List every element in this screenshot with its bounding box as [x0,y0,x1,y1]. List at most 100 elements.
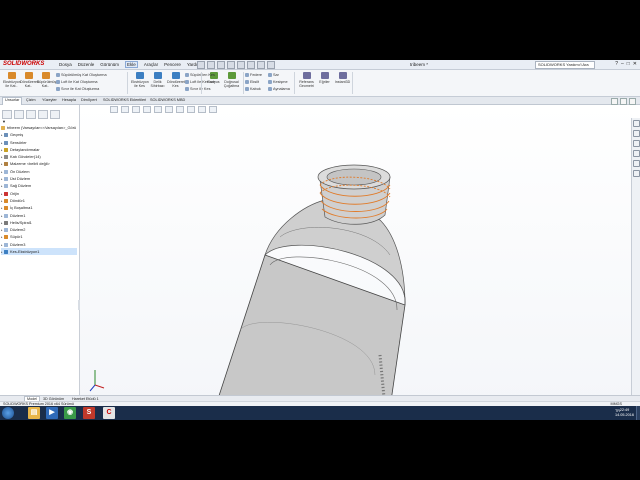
taskbar-clock[interactable]: 22:49 14.05.2016 [615,408,634,418]
explorer-app[interactable]: ▤ [28,407,40,419]
tree-item[interactable]: ▸ Helis/Spiral1 [1,219,77,226]
ribbon-small-button[interactable]: Kabuk [245,87,261,91]
camtasia-app[interactable]: C [103,407,115,419]
tree-item[interactable]: ▸ Düzlem3 [1,241,77,248]
tab-solidworks-mbd[interactable]: SOLIDWORKS MBD [148,98,187,102]
tab-hesapla[interactable]: Hesapla [60,98,78,102]
solidworks-app[interactable]: S [83,407,95,419]
ribbon-button[interactable]: Referans Geometri [298,72,315,88]
custom-properties-icon[interactable] [632,170,640,177]
tree-item[interactable]: ▸ Süpür1 [1,233,77,240]
ribbon-button[interactable]: Eğriler [316,72,333,84]
ribbon-button[interactable]: Ekstrüzyon ile Kat.. [3,72,21,88]
ribbon-button[interactable]: Ekstrüzyon ile Kes [131,72,149,88]
ribbon-small-button[interactable]: Federe [245,73,262,77]
dimxpert-manager-tab-icon[interactable] [38,110,48,119]
appearances-icon[interactable] [632,160,640,167]
show-desktop-button[interactable] [636,406,640,420]
section-view-icon[interactable] [143,106,151,113]
tab-izim[interactable]: Çizim [24,98,38,102]
minimize-icon[interactable]: – [621,61,624,67]
tree-item[interactable]: ▸ Orijin [1,190,77,197]
tab-y-zeyler[interactable]: Yüzeyler [40,98,59,102]
hide-show-icon[interactable] [176,106,184,113]
menu-item[interactable]: Araçlar [144,62,158,68]
media-player-app[interactable]: ▶ [46,407,58,419]
tree-item[interactable]: ▸ Sağ Düzlem [1,182,77,189]
menu-item[interactable]: Düzenle [78,62,95,68]
solidworks-resources-icon[interactable] [632,120,640,127]
ribbon-small-button[interactable]: Kesişme [268,80,288,84]
save-icon[interactable] [217,61,225,69]
ribbon-small-button[interactable]: Sınır ile Kat Oluşturma [56,87,99,91]
property-manager-tab-icon[interactable] [14,110,24,119]
ribbon-small-button[interactable]: Sar [268,73,279,77]
search-input[interactable]: SOLIDWORKS Yardımı'i Ara [535,60,595,69]
bottom-tab-hareket-et-d-1[interactable]: Hareket Etüdü 1 [70,397,101,401]
tree-item[interactable]: ▸ Katı Gövdeler(14) [1,153,77,160]
zoom-to-fit-icon[interactable] [110,106,118,113]
tree-item[interactable]: ▸ Düzlem1 [1,212,77,219]
view-palette-icon[interactable] [632,150,640,157]
tree-item[interactable]: ▸ Döndür1 [1,197,77,204]
ribbon-button[interactable]: Döndürerek Kat.. [20,72,39,88]
new-document-icon[interactable] [197,61,205,69]
graphics-viewport[interactable] [80,105,632,409]
zoom-to-area-icon[interactable] [121,106,129,113]
open-icon[interactable] [207,61,215,69]
display-manager-tab-icon[interactable] [50,110,60,119]
tree-item[interactable]: ▸ Detaylandırmalar [1,146,77,153]
design-library-icon[interactable] [632,130,640,137]
tree-item[interactable]: ▸ Kes-Ekstrüzyon1 [1,248,77,256]
tree-item[interactable]: ▸ Ön Düzlem [1,168,77,175]
viewport-close-icon[interactable] [629,98,636,105]
select-icon[interactable] [247,61,255,69]
ribbon-button[interactable]: Süpürülmüş Kat.. [37,72,56,88]
ribbon-button[interactable]: Delik Sihirbazı [149,72,166,88]
tree-item[interactable]: ▸ Sensörler [1,139,77,146]
ribbon-small-button[interactable]: Süpürülmüş Kat Oluşturma [56,73,107,77]
apply-scene-icon[interactable] [198,106,206,113]
rebuild-icon[interactable] [257,61,265,69]
ribbon-button[interactable]: Döndürerek Kes [167,72,186,88]
edit-appearance-icon[interactable] [187,106,195,113]
tree-item[interactable]: ▸ Üst Düzlem [1,175,77,182]
chrome-app[interactable]: ◉ [64,407,76,419]
configuration-manager-tab-icon[interactable] [26,110,36,119]
solidworks-logo[interactable]: SOLIDWORKS [3,61,44,67]
display-style-icon[interactable] [165,106,173,113]
start-button[interactable] [2,407,14,419]
file-explorer-icon[interactable] [632,140,640,147]
tree-item[interactable]: ▸ Malzeme <belirli değil> [1,160,77,167]
viewport-minimize-icon[interactable] [611,98,618,105]
print-icon[interactable] [227,61,235,69]
close-icon[interactable]: ✕ [633,61,637,67]
maximize-icon[interactable]: □ [627,61,630,67]
previous-view-icon[interactable] [132,106,140,113]
help-icon[interactable]: ? [615,61,618,67]
tree-root[interactable]: tribeem (Varsayılan<<Varsayılan>_Görü [1,124,77,131]
menu-item[interactable]: Görünüm [100,62,119,68]
tab-solidworks-eklentileri[interactable]: SOLIDWORKS Eklentileri [101,98,148,102]
options-icon[interactable] [267,61,275,69]
tree-item[interactable]: ▸ İç Boşaltma1 [1,204,77,211]
undo-icon[interactable] [237,61,245,69]
view-orientation-icon[interactable] [154,106,162,113]
ribbon-button[interactable]: Instant3D [334,72,351,84]
ribbon-small-button[interactable]: Eksilt [245,80,259,84]
feature-manager-tab-icon[interactable] [2,110,12,119]
menu-item[interactable]: Pencere [164,62,181,68]
bottom-tab-3d-g-r-n-m[interactable]: 3D Görünüm [41,397,66,401]
ribbon-small-button[interactable]: Aynalama [268,87,290,91]
viewport-restore-icon[interactable] [620,98,627,105]
ribbon-small-button[interactable]: Süpürülen Kes [185,73,215,77]
tree-item[interactable]: ▸ Geçmiş [1,131,77,138]
ribbon-small-button[interactable]: Sınır ile Kes [185,87,210,91]
menu-item[interactable]: Ekle [125,60,138,68]
tab-dimxpert[interactable]: DimXpert [79,98,99,102]
ribbon-button[interactable]: Doğrusal Çoğaltma [223,72,240,88]
ribbon-small-button[interactable]: Loft ile Kat Oluşturma [56,80,98,84]
tree-item[interactable]: ▸ Düzlem2 [1,226,77,233]
view-settings-icon[interactable] [209,106,217,113]
menu-item[interactable]: Dosya [59,62,72,68]
